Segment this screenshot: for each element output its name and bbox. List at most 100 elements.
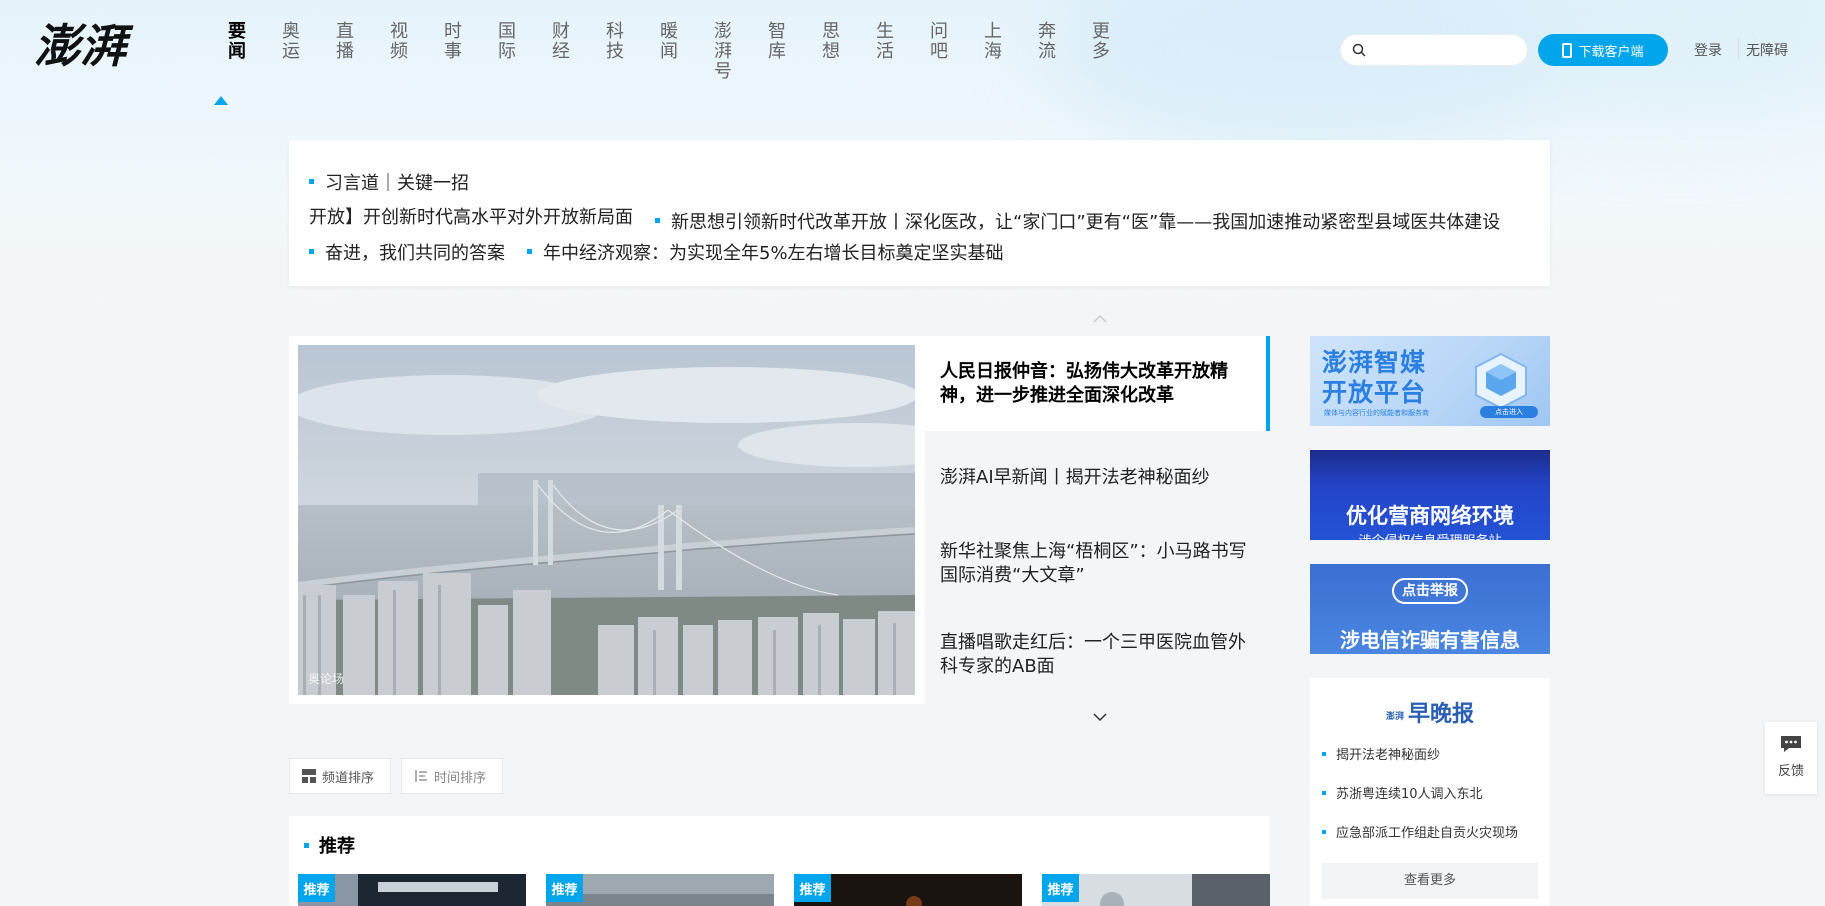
ad-subtitle: 涉企侵权信息受理服务站 bbox=[1310, 530, 1550, 540]
nav-item[interactable]: 财 经 bbox=[534, 22, 588, 82]
feature-item[interactable]: 澎湃AI早新闻丨揭开法老神秘面纱 bbox=[940, 466, 1250, 490]
ticker-item[interactable]: 开放】开创新时代高水平对外开放新局面 bbox=[309, 203, 633, 229]
nav-item-label: 国 际 bbox=[498, 21, 516, 62]
nav-item[interactable]: 科 技 bbox=[588, 22, 642, 82]
nav-item[interactable]: 要 闻 bbox=[210, 22, 264, 82]
feature-list-rest: 澎湃AI早新闻丨揭开法老神秘面纱 新华社聚焦上海“梧桐区”：小马路书写国际消费“… bbox=[925, 431, 1270, 704]
ticker-item-text: 奋进，我们共同的答案 bbox=[325, 242, 505, 264]
recommend-section: 推荐 推荐 推荐 推荐 推荐 bbox=[289, 816, 1270, 906]
nav-item-label: 智 库 bbox=[768, 21, 786, 62]
timeline-icon bbox=[415, 770, 427, 782]
bullet-icon bbox=[309, 179, 314, 184]
feature-item[interactable]: 新华社聚焦上海“梧桐区”：小马路书写国际消费“大文章” bbox=[940, 540, 1250, 588]
cube-icon bbox=[1475, 352, 1527, 410]
nav-item-label: 直 播 bbox=[336, 21, 354, 62]
channel-sort-label: 频道排序 bbox=[322, 770, 375, 786]
ticker-row: 开放】开创新时代高水平对外开放新局面 新思想引领新时代改革开放丨深化医改，让“家门… bbox=[309, 203, 1522, 234]
channel-sort-button[interactable]: 频道排序 bbox=[289, 758, 391, 794]
smart-media-platform-ad[interactable]: 澎湃智媒 开放平台 媒体与内容行业的赋能者和服务商 点击进入 bbox=[1310, 336, 1550, 426]
nav-item[interactable]: 生 活 bbox=[858, 22, 912, 82]
ticker-item[interactable]: 奋进，我们共同的答案 bbox=[309, 239, 505, 265]
feedback-button[interactable]: 反馈 bbox=[1765, 722, 1817, 794]
recommend-tag: 推荐 bbox=[1042, 874, 1079, 902]
nav-item-label: 时 事 bbox=[444, 21, 462, 62]
bullet-icon bbox=[309, 249, 314, 254]
nav-item[interactable]: 暖 闻 bbox=[642, 22, 696, 82]
brand-text: 早晚报 bbox=[1408, 702, 1475, 727]
nav-item[interactable]: 时 事 bbox=[426, 22, 480, 82]
feature-module: 奥论场 人民日报仲音：弘扬伟大改革开放精神，进一步推进全面深化改革 澎湃AI早新… bbox=[289, 336, 1270, 704]
news-item-text: 揭开法老神秘面纱 bbox=[1336, 748, 1441, 763]
business-environment-ad[interactable]: 优化营商网络环境 涉企侵权信息受理服务站 bbox=[1310, 450, 1550, 540]
nav-item-label: 视 频 bbox=[390, 21, 408, 62]
chevron-up-icon[interactable] bbox=[1092, 314, 1108, 324]
recommend-tag: 推荐 bbox=[794, 874, 831, 902]
bullet-icon bbox=[655, 218, 660, 223]
recommend-tag: 推荐 bbox=[546, 874, 583, 902]
grid-icon bbox=[302, 769, 316, 783]
nav-item-label: 上 海 bbox=[984, 21, 1002, 62]
nav-item-label: 更 多 bbox=[1092, 21, 1110, 62]
nav-item[interactable]: 澎 湃 号 bbox=[696, 22, 750, 82]
ad-enter-button[interactable]: 点击进入 bbox=[1480, 406, 1538, 418]
nav-item-label: 奔 流 bbox=[1038, 21, 1056, 62]
search-icon bbox=[1352, 43, 1366, 57]
nav-item-label: 思 想 bbox=[822, 21, 840, 62]
nav-item[interactable]: 上 海 bbox=[966, 22, 1020, 82]
time-sort-label: 时间排序 bbox=[434, 770, 487, 786]
nav-item-label: 澎 湃 号 bbox=[714, 21, 732, 82]
accessibility-link[interactable]: 无障碍 bbox=[1746, 40, 1788, 60]
news-item[interactable]: 应急部派工作组赴自贡火灾现场 bbox=[1322, 822, 1518, 841]
nav-item[interactable]: 视 频 bbox=[372, 22, 426, 82]
main-nav: 要 闻 奥 运 直 播 视 频 时 事 国 际 财 经 科 技 暖 闻 澎 湃 号 智 库 思 想 生 … bbox=[210, 22, 1128, 82]
view-more-button[interactable]: 查看更多 bbox=[1322, 863, 1538, 899]
time-sort-button[interactable]: 时间排序 bbox=[401, 758, 503, 794]
nav-item[interactable]: 直 播 bbox=[318, 22, 372, 82]
search-input[interactable] bbox=[1372, 42, 1522, 58]
report-button[interactable]: 点击举报 bbox=[1392, 578, 1468, 604]
news-item[interactable]: 揭开法老神秘面纱 bbox=[1322, 744, 1440, 763]
nav-item-label: 奥 运 bbox=[282, 21, 300, 62]
nav-item[interactable]: 问 吧 bbox=[912, 22, 966, 82]
nav-item-label: 科 技 bbox=[606, 21, 624, 62]
bullet-icon bbox=[1322, 751, 1326, 756]
active-nav-indicator bbox=[214, 96, 228, 105]
nav-item[interactable]: 国 际 bbox=[480, 22, 534, 82]
ticker-item-text: 习言道｜关键一招 bbox=[325, 172, 469, 194]
news-item-text: 应急部派工作组赴自贡火灾现场 bbox=[1336, 826, 1519, 841]
brand-title: 澎湃 早晚报 bbox=[1310, 696, 1550, 728]
recommend-tag: 推荐 bbox=[298, 874, 335, 902]
download-app-button[interactable]: 下载客户端 bbox=[1538, 34, 1668, 66]
ad-title: 优化营商网络环境 bbox=[1346, 504, 1514, 528]
nav-item[interactable]: 智 库 bbox=[750, 22, 804, 82]
nav-item-label: 财 经 bbox=[552, 21, 570, 62]
nav-item[interactable]: 更 多 bbox=[1074, 22, 1128, 82]
ticker-item[interactable]: 新思想引领新时代改革开放丨深化医改，让“家门口”更有“医”靠——我国加速推动紧密… bbox=[655, 208, 1500, 234]
ticker-item-text: 新思想引领新时代改革开放丨深化医改，让“家门口”更有“医”靠——我国加速推动紧密… bbox=[671, 211, 1501, 233]
nav-item[interactable]: 思 想 bbox=[804, 22, 858, 82]
news-item[interactable]: 苏浙粤连续10人调入东北 bbox=[1322, 783, 1483, 802]
login-link[interactable]: 登录 bbox=[1694, 40, 1722, 60]
download-label: 下载客户端 bbox=[1578, 44, 1644, 60]
nav-item[interactable]: 奔 流 bbox=[1020, 22, 1074, 82]
svg-text:澎湃: 澎湃 bbox=[34, 19, 134, 73]
nav-item-label: 要 闻 bbox=[228, 21, 246, 62]
phone-icon bbox=[1562, 42, 1573, 58]
fraud-report-ad[interactable]: 点击举报 涉电信诈骗有害信息 bbox=[1310, 564, 1550, 654]
feature-item[interactable]: 直播唱歌走红后：一个三甲医院血管外科专家的AB面 bbox=[940, 631, 1250, 679]
feature-item-active[interactable]: 人民日报仲音：弘扬伟大改革开放精神，进一步推进全面深化改革 bbox=[925, 336, 1270, 431]
header-divider bbox=[1738, 38, 1739, 60]
thepaper-logo[interactable]: 澎湃 bbox=[34, 16, 144, 76]
feedback-label: 反馈 bbox=[1777, 764, 1804, 779]
ad-title: 澎湃智媒 开放平台 bbox=[1322, 348, 1427, 407]
nav-item-label: 暖 闻 bbox=[660, 21, 678, 62]
ticker-item-text: 开放】开创新时代高水平对外开放新局面 bbox=[309, 207, 633, 228]
section-title-text: 推荐 bbox=[319, 836, 355, 857]
nav-item[interactable]: 奥 运 bbox=[264, 22, 318, 82]
feature-image[interactable]: 奥论场 bbox=[298, 345, 915, 695]
search-box[interactable] bbox=[1340, 34, 1528, 66]
section-title: 推荐 bbox=[304, 832, 355, 858]
ticker-item[interactable]: 年中经济观察：为实现全年5%左右增长目标奠定坚实基础 bbox=[527, 239, 1004, 265]
ticker-item[interactable]: 习言道｜关键一招 bbox=[309, 169, 469, 195]
chevron-down-icon[interactable] bbox=[1092, 712, 1108, 722]
